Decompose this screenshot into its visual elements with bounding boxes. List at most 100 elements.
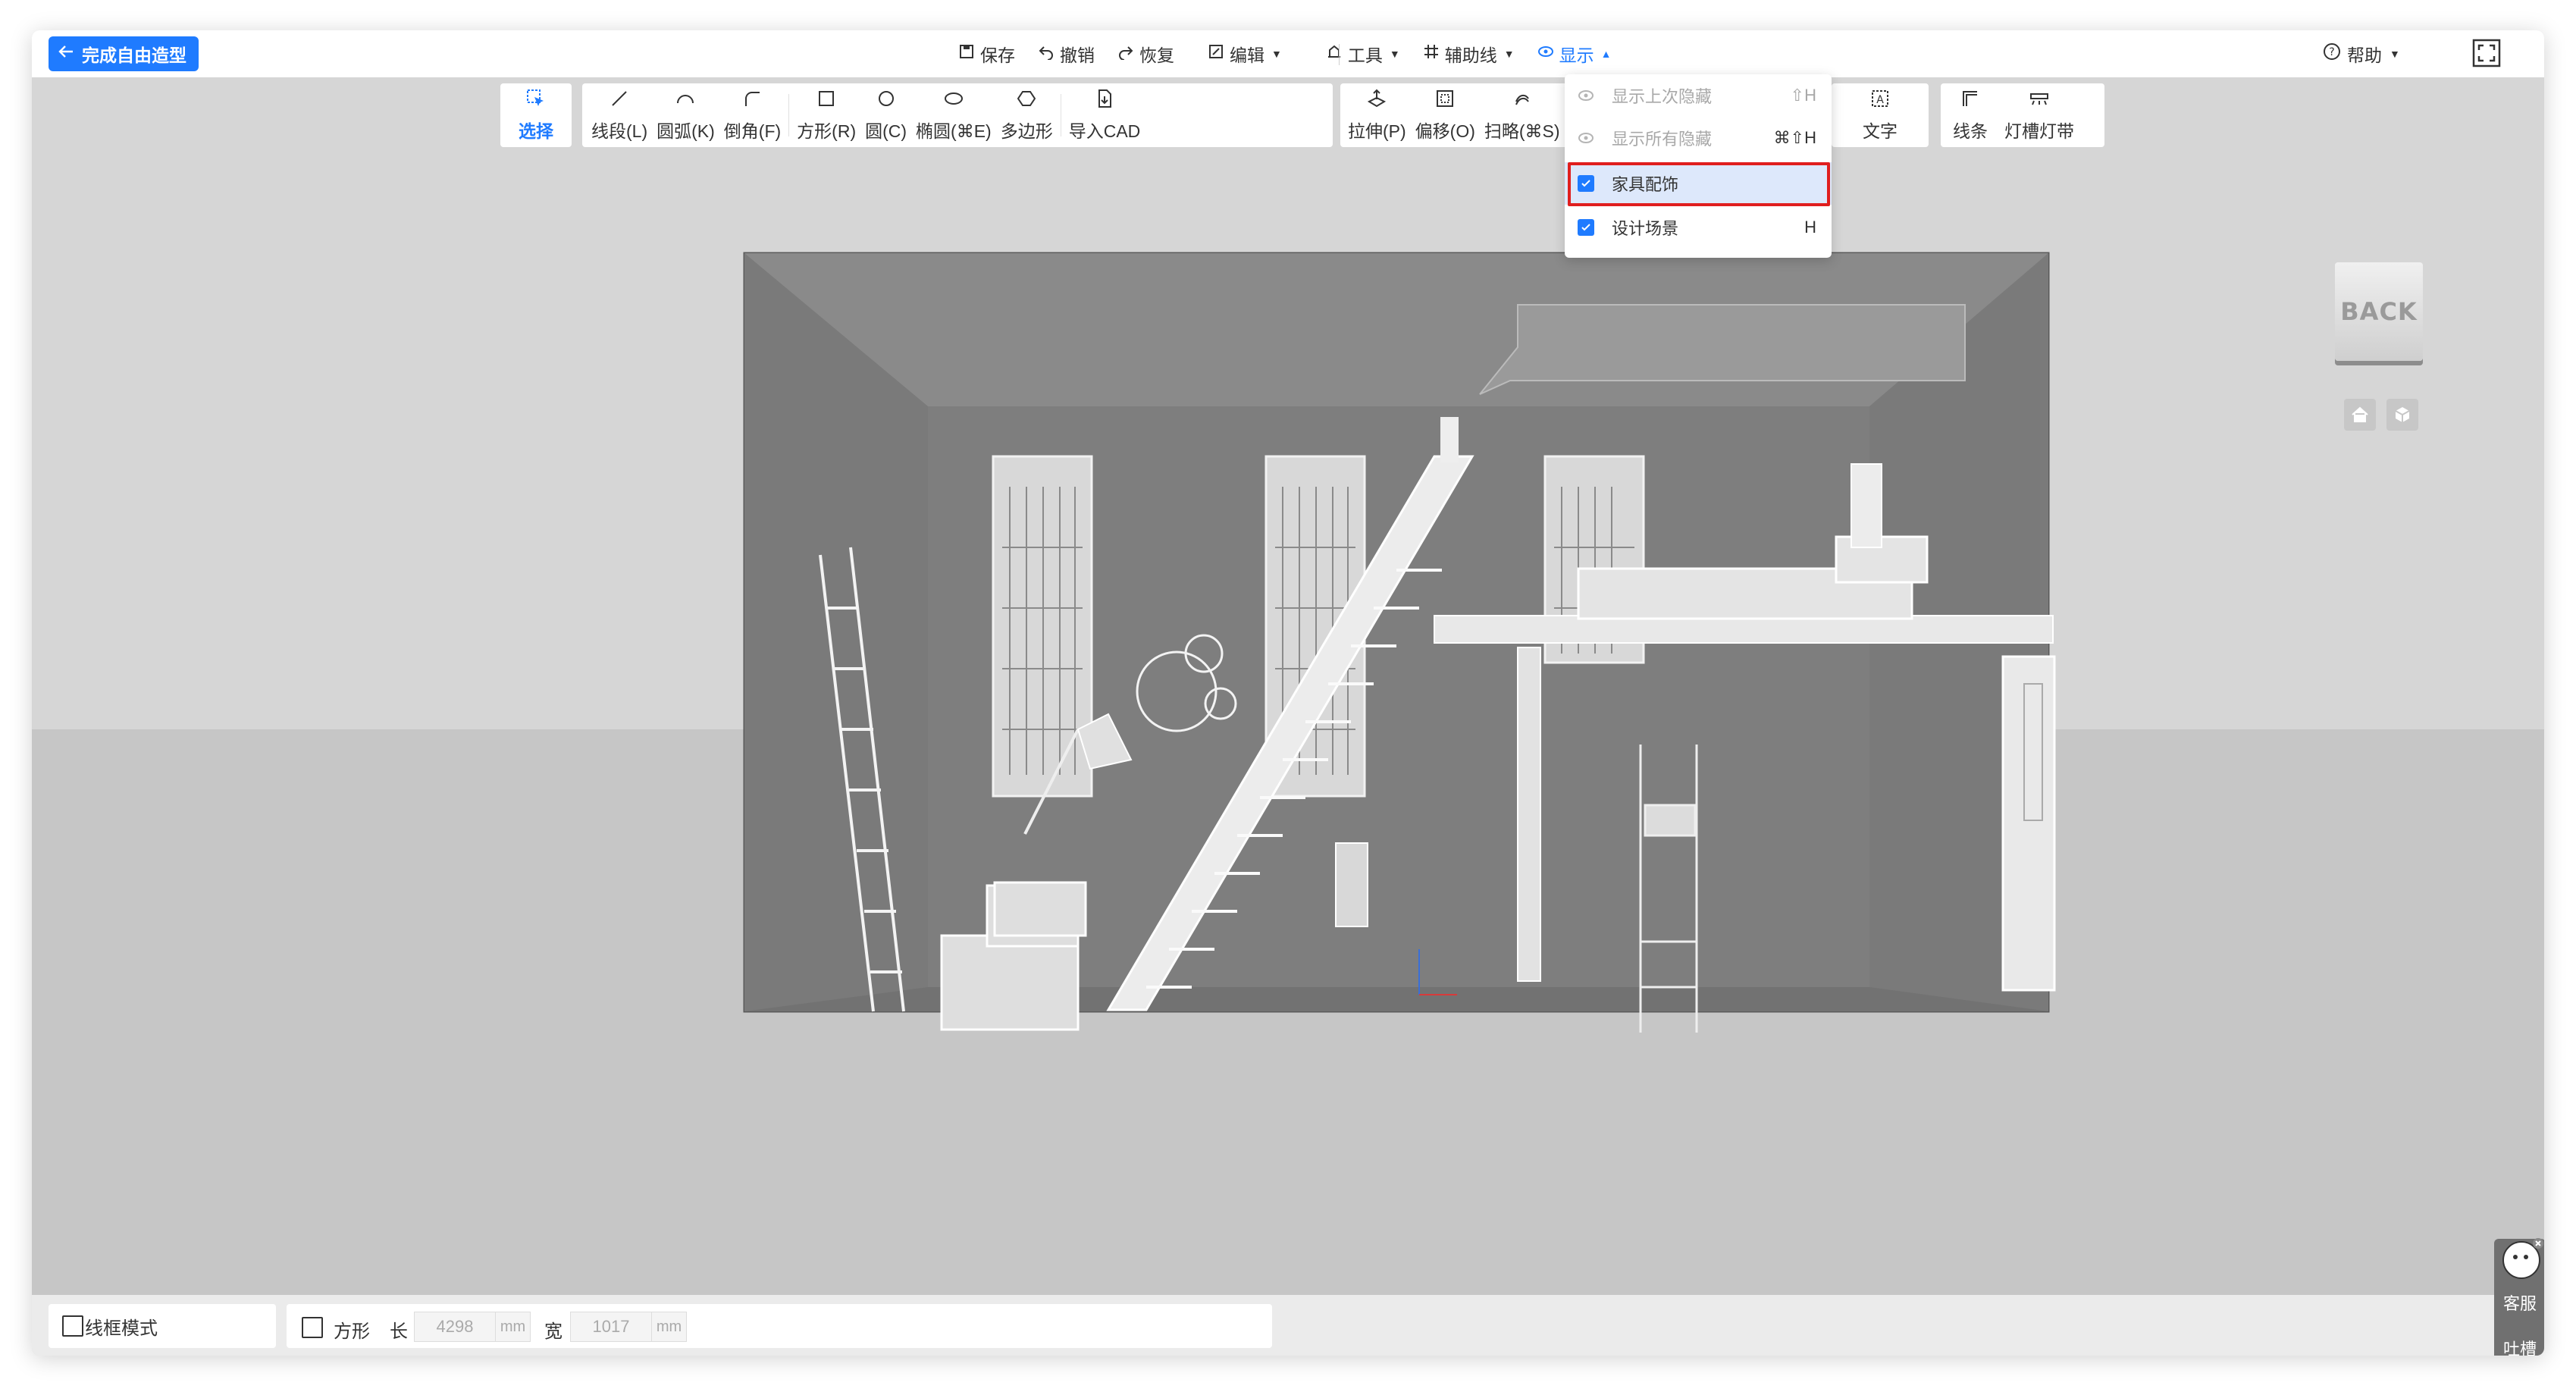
rect-label: 方形(R) [797,121,857,141]
eye-icon [1537,43,1554,64]
circle-label: 圆(C) [865,121,907,141]
circle-tool[interactable]: 圆(C) [860,83,911,147]
arc-label: 圆弧(K) [657,121,715,141]
checkbox-checked-icon[interactable] [1577,218,1595,237]
length-label: 长 [390,1321,408,1342]
shape-dimensions: 方形 长 4298 mm 宽 1017 mm [287,1304,1272,1348]
draw-tool-group: 线段(L) 圆弧(K) 倒角(F) 方形(R) 圆(C) 椭圆(⌘E) 多边形 [582,83,1333,147]
redo-label: 恢复 [1139,45,1174,65]
save-label: 保存 [980,45,1015,65]
display-menu[interactable]: 显示 ▲ [1537,41,1612,67]
main-menu: 保存 撤销 恢复 编辑 ▼ 工具 ▼ 辅助线 ▼ 显示 ▲ [958,30,1611,77]
eye-icon [1577,86,1595,105]
cube-icon[interactable] [2386,399,2418,431]
wireframe-label: 线框模式 [85,1318,158,1339]
edit-icon [1208,43,1224,64]
select-tool-group: 选择 [500,83,572,147]
caret-down-icon: ▼ [1389,48,1400,60]
ellipse-icon [943,88,964,114]
polygon-tool[interactable]: 多边形 [996,83,1058,147]
text-label: 文字 [1863,121,1898,141]
tools-label: 工具 [1347,45,1383,65]
import-cad-tool[interactable]: 导入CAD [1064,83,1145,147]
lines-tool[interactable]: 线条 [1941,83,1997,147]
show-all-hidden-item[interactable]: 显示所有隐藏 ⌘⇧H [1565,117,1832,159]
light-strip-tool[interactable]: 灯槽灯带 [1997,83,2082,147]
width-unit: mm [652,1312,687,1342]
top-bar: 完成自由造型 保存 撤销 恢复 编辑 ▼ 工具 ▼ 辅助线 ▼ 显示 ▲ ? 帮… [32,30,2544,78]
tools-icon [1326,43,1343,64]
ellipse-tool[interactable]: 椭圆(⌘E) [911,83,996,147]
svg-text:?: ? [2329,46,2334,58]
width-label: 宽 [544,1321,563,1342]
extrude-icon [1366,88,1387,114]
divider [1339,44,1340,65]
modify-tool-group: 拉伸(P) 偏移(O) 扫略(⌘S) [1340,83,1590,147]
show-last-hidden-item[interactable]: 显示上次隐藏 ⇧H [1565,74,1832,117]
text-tool[interactable]: A 文字 [1854,83,1907,147]
arc-tool[interactable]: 圆弧(K) [652,83,719,147]
3d-viewport[interactable]: BACK [32,77,2544,1336]
customer-service-button[interactable]: 客服 [2494,1290,2544,1315]
arc-icon [675,88,696,114]
back-view-button[interactable]: BACK [2335,262,2423,361]
feedback-button[interactable]: 吐槽 [2494,1336,2544,1356]
line-tool[interactable]: 线段(L) [582,83,652,147]
support-widget: 客服 吐槽 [2494,1238,2544,1356]
save-button[interactable]: 保存 [958,41,1015,67]
light-strip-label: 灯槽灯带 [2004,121,2074,141]
edit-menu[interactable]: 编辑 ▼ [1208,41,1282,67]
undo-label: 撤销 [1060,45,1095,65]
length-unit: mm [496,1312,531,1342]
help-icon: ? [2323,42,2341,65]
light-strip-icon [2029,88,2050,114]
design-scene-item[interactable]: 设计场景 H [1565,206,1832,249]
rect-tool[interactable]: 方形(R) [792,83,860,147]
help-menu[interactable]: ? 帮助 ▼ [2323,30,2400,77]
undo-icon [1038,43,1055,64]
import-cad-label: 导入CAD [1068,121,1141,141]
help-label: 帮助 [2347,45,2382,65]
app-window: 完成自由造型 保存 撤销 恢复 编辑 ▼ 工具 ▼ 辅助线 ▼ 显示 ▲ ? 帮… [32,30,2544,1356]
file-import-icon [1094,88,1115,114]
bottom-bar: 线框模式 方形 长 4298 mm 宽 1017 mm [32,1295,2544,1356]
menu-item-label: 显示上次隐藏 [1612,87,1713,106]
edit-label: 编辑 [1230,45,1264,65]
fillet-label: 倒角(F) [723,121,782,141]
square-icon [816,88,837,114]
done-freeform-button[interactable]: 完成自由造型 [49,36,199,71]
caret-down-icon: ▼ [2390,48,2400,60]
menu-item-label: 设计场景 [1612,219,1679,238]
shape-checkbox[interactable] [302,1317,323,1338]
extrude-tool[interactable]: 拉伸(P) [1340,83,1411,147]
text-tool-group: A 文字 [1832,83,1929,147]
guides-menu[interactable]: 辅助线 ▼ [1423,41,1515,67]
sweep-tool[interactable]: 扫略(⌘S) [1480,83,1565,147]
shortcut-label: ⌘⇧H [1773,128,1816,147]
ellipse-label: 椭圆(⌘E) [916,121,992,141]
width-input[interactable]: 1017 [570,1312,652,1342]
select-tool[interactable]: 选择 [509,83,563,147]
length-input[interactable]: 4298 [414,1312,496,1342]
caret-down-icon: ▼ [1503,48,1515,60]
tools-menu[interactable]: 工具 ▼ [1326,41,1400,67]
caret-up-icon: ▲ [1600,48,1612,60]
home-icon[interactable] [2344,399,2376,431]
save-icon [958,43,975,64]
line-label: 线段(L) [591,121,648,141]
redo-button[interactable]: 恢复 [1117,41,1174,67]
wireframe-toggle[interactable]: 线框模式 [49,1304,276,1348]
guides-label: 辅助线 [1444,45,1497,65]
undo-button[interactable]: 撤销 [1038,41,1095,67]
display-label: 显示 [1559,45,1594,65]
fullscreen-icon[interactable] [2471,38,2502,68]
scene-canvas [32,77,2544,1295]
checkbox[interactable] [62,1315,83,1337]
fillet-tool[interactable]: 倒角(F) [719,83,785,147]
divider [788,94,790,136]
arrow-left-icon [58,43,74,64]
cursor-icon [525,88,547,114]
offset-tool[interactable]: 偏移(O) [1411,83,1480,147]
lines-label: 线条 [1953,121,1988,141]
lines-tool-group: 线条 灯槽灯带 [1941,83,2104,147]
